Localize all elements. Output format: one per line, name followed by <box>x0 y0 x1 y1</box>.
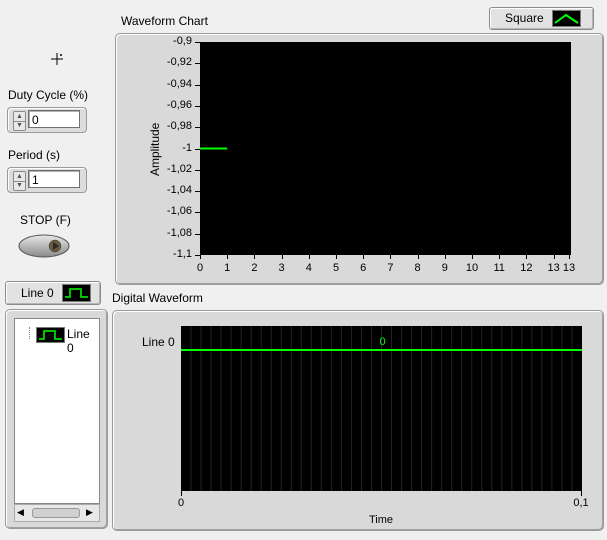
tree-connector <box>29 327 31 339</box>
y-tick-label: -0,92 <box>166 56 192 69</box>
x-tick-label: 10 <box>465 262 479 274</box>
digital-x-tick-label: 0,1 <box>573 497 589 509</box>
x-tick-mark <box>499 255 501 259</box>
x-tick-mark <box>254 255 256 259</box>
y-tick-label: -0,94 <box>166 77 192 90</box>
duty-cycle-control[interactable]: ▲ ▼ 0 <box>7 107 87 133</box>
x-tick-mark <box>181 491 182 496</box>
decrement-arrow-icon[interactable]: ▼ <box>14 181 25 190</box>
x-tick-mark <box>569 255 570 259</box>
digital-value-label: 0 <box>380 336 386 348</box>
x-tick-label: 8 <box>414 262 421 274</box>
decrement-arrow-icon[interactable]: ▼ <box>14 121 25 130</box>
x-tick-mark <box>472 255 473 259</box>
waveform-legend-label: Square <box>505 11 544 25</box>
x-tick-mark <box>553 255 555 259</box>
waveform-legend[interactable]: Square <box>489 7 594 30</box>
x-tick-label: 0 <box>196 262 204 274</box>
x-tick-label: 13 <box>547 262 560 274</box>
x-tick-mark <box>417 255 419 259</box>
x-tick-label: 5 <box>332 262 340 274</box>
x-tick-mark <box>308 255 310 259</box>
y-tick-label: -1,08 <box>166 226 192 239</box>
y-tick-label: -1 <box>182 141 192 154</box>
plot-style-icon <box>552 10 581 27</box>
x-tick-label: 12 <box>520 262 533 274</box>
x-tick-label: 6 <box>360 262 367 274</box>
period-spinner[interactable]: ▲ ▼ <box>13 171 26 191</box>
x-tick-mark <box>444 255 446 259</box>
digital-waveform-plot-area[interactable]: 0 <box>181 326 582 491</box>
tree-item-label[interactable]: Line 0 <box>67 327 99 355</box>
digital-line-icon <box>62 284 91 302</box>
scroll-right-icon[interactable]: ▶ <box>86 507 93 518</box>
duty-cycle-input[interactable]: 0 <box>28 110 80 128</box>
x-tick-label: 11 <box>493 262 505 274</box>
digital-legend-button[interactable]: Line 0 <box>5 281 101 305</box>
digital-row-label: Line 0 <box>142 335 175 349</box>
x-tick-label: 2 <box>251 262 258 274</box>
x-tick-mark <box>200 255 201 259</box>
y-tick-label: -0,9 <box>173 35 192 47</box>
x-tick-label: 3 <box>278 262 285 274</box>
waveform-plot-area[interactable] <box>200 42 571 255</box>
signal-tree-list[interactable]: Line 0 <box>14 318 100 504</box>
duty-cycle-label: Duty Cycle (%) <box>8 88 89 102</box>
duty-cycle-spinner[interactable]: ▲ ▼ <box>13 111 26 131</box>
horizontal-scrollbar[interactable]: ◀ ▶ <box>14 504 100 522</box>
y-tick-label: -1,04 <box>166 184 192 197</box>
y-tick-label: -1,02 <box>166 162 192 175</box>
x-tick-mark <box>227 255 229 259</box>
x-tick-mark <box>581 491 582 496</box>
y-tick-label: -0,96 <box>166 98 192 111</box>
digital-waveform-title: Digital Waveform <box>112 291 203 305</box>
x-tick-label: 7 <box>387 262 394 274</box>
period-label: Period (s) <box>8 148 61 162</box>
x-tick-mark <box>363 255 365 259</box>
x-tick-label: 13 <box>562 262 576 274</box>
x-tick-mark <box>526 255 528 259</box>
digital-legend-label: Line 0 <box>21 286 54 300</box>
x-tick-label: 9 <box>441 262 448 274</box>
y-tick-label: -1,1 <box>173 248 192 260</box>
waveform-chart-title: Waveform Chart <box>121 14 208 28</box>
x-tick-mark <box>281 255 283 259</box>
x-tick-label: 1 <box>224 262 231 274</box>
x-tick-label: 4 <box>305 262 312 274</box>
scrollbar-thumb[interactable] <box>32 508 80 518</box>
x-tick-mark <box>390 255 392 259</box>
stop-label: STOP (F) <box>20 213 71 227</box>
time-axis-label: Time <box>368 514 394 526</box>
crosshair-cursor-icon <box>50 52 64 66</box>
scroll-left-icon[interactable]: ◀ <box>17 507 24 518</box>
x-tick-mark <box>336 255 337 259</box>
digital-line-icon <box>36 327 65 343</box>
stop-button[interactable] <box>17 233 71 259</box>
plot-background <box>200 42 571 255</box>
y-tick-label: -1,06 <box>166 205 192 218</box>
y-tick-label: -0,98 <box>166 120 192 133</box>
digital-x-tick-label: 0 <box>177 497 185 509</box>
period-input[interactable]: 1 <box>28 170 80 188</box>
period-control[interactable]: ▲ ▼ 1 <box>7 167 87 193</box>
